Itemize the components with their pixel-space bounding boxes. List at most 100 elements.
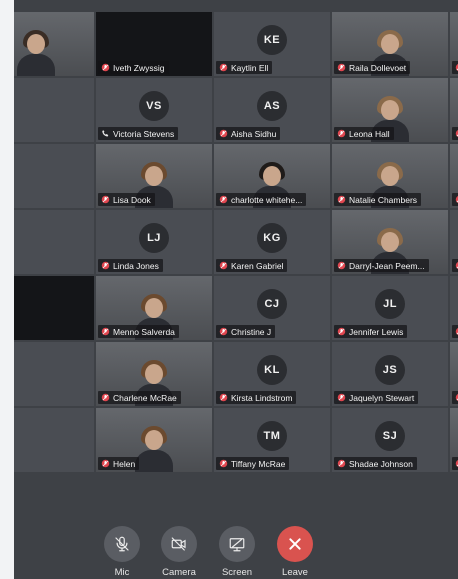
participant-tile[interactable]: JL Jennifer Lewis <box>332 276 448 340</box>
participant-tile[interactable]: Echo Ly <box>450 78 458 142</box>
participant-avatar: AS <box>257 91 287 121</box>
participant-tile[interactable]: LJ Linda Jones <box>96 210 212 274</box>
mic-muted-icon <box>219 459 228 468</box>
participant-tile[interactable]: Ducky I <box>450 12 458 76</box>
screen-button[interactable] <box>219 526 255 562</box>
participant-tile[interactable]: Raila Dollevoet <box>332 12 448 76</box>
participant-avatar: VS <box>139 91 169 121</box>
participant-tile[interactable] <box>14 342 94 406</box>
participant-tile[interactable] <box>14 12 94 76</box>
mic-muted-icon <box>101 261 110 270</box>
participant-tile[interactable]: AS Aisha Sidhu <box>214 78 330 142</box>
participant-nameplate: Menno Salverda <box>98 325 179 338</box>
mic-muted-icon <box>101 393 110 402</box>
participant-name: Shadae Johnson <box>349 458 413 469</box>
participant-name: Darryl-Jean Peem... <box>349 260 425 271</box>
participant-tile[interactable]: CCarol H <box>450 276 458 340</box>
participant-nameplate: Carol H <box>452 325 458 338</box>
participant-avatar: KG <box>257 223 287 253</box>
participant-name: Kirsta Lindstrom <box>231 392 293 403</box>
phone-icon <box>102 130 109 137</box>
participant-avatar: CJ <box>257 289 287 319</box>
participant-tile[interactable]: Andrea <box>450 144 458 208</box>
participant-grid: Iveth Zwyssig KE Kaytlin Ell Raila Dollevoe… <box>14 12 458 472</box>
participant-tile[interactable]: Iveth Zwyssig <box>96 12 212 76</box>
participant-tile[interactable]: CCharlot <box>450 210 458 274</box>
leave-button[interactable] <box>277 526 313 562</box>
mic-muted-icon <box>337 261 346 270</box>
mic-muted-icon <box>219 327 228 336</box>
participant-name: Aisha Sidhu <box>231 128 277 139</box>
participant-tile[interactable]: charlotte whitehe... <box>214 144 330 208</box>
participant-tile[interactable]: ery <box>14 276 94 340</box>
camera-button[interactable] <box>161 526 197 562</box>
participant-avatar: SJ <box>375 421 405 451</box>
mic-control[interactable]: Mic <box>96 514 148 578</box>
participant-nameplate: Kaytlin Ell <box>216 61 273 74</box>
participant-nameplate: Jennifer Lewis <box>334 325 408 338</box>
participant-tile[interactable] <box>14 210 94 274</box>
participant-avatar: TM <box>257 421 287 451</box>
participant-nameplate: Helen <box>98 457 140 470</box>
participant-nameplate: tammy <box>452 391 458 404</box>
participant-name: Jennifer Lewis <box>349 326 404 337</box>
participant-tile[interactable]: KL Kirsta Lindstrom <box>214 342 330 406</box>
participant-name: Helen <box>113 458 136 469</box>
participant-tile[interactable]: tammy <box>450 342 458 406</box>
participant-tile[interactable]: Charlene McRae <box>96 342 212 406</box>
participant-tile[interactable]: KG Karen Gabriel <box>214 210 330 274</box>
participant-nameplate: Lisa Dook <box>98 193 155 206</box>
camera-label: Camera <box>162 567 196 578</box>
participant-name: Lisa Dook <box>113 194 151 205</box>
camera-control[interactable]: Camera <box>153 514 205 578</box>
participant-tile[interactable]: Nettie B <box>450 408 458 472</box>
participant-nameplate: Ducky I <box>452 61 458 74</box>
mic-muted-icon <box>101 327 110 336</box>
participant-tile[interactable]: Leona Hall <box>332 78 448 142</box>
participant-nameplate: Linda Jones <box>98 259 163 272</box>
participant-tile[interactable] <box>14 144 94 208</box>
participant-nameplate: Darryl-Jean Peem... <box>334 259 429 272</box>
participant-nameplate: Raila Dollevoet <box>334 61 411 74</box>
leave-control[interactable]: Leave <box>269 514 321 578</box>
participant-nameplate: Charlene McRae <box>98 391 181 404</box>
participant-tile[interactable] <box>14 408 94 472</box>
participant-name: Tiffany McRae <box>231 458 286 469</box>
participant-nameplate: Christine J <box>216 325 276 338</box>
participant-tile[interactable]: Natalie Chambers <box>332 144 448 208</box>
participant-video <box>135 426 173 472</box>
mic-muted-icon <box>337 459 346 468</box>
participant-tile[interactable]: VS Victoria Stevens <box>96 78 212 142</box>
participant-name: Kaytlin Ell <box>231 62 269 73</box>
leave-label: Leave <box>282 567 308 578</box>
participant-tile[interactable]: Darryl-Jean Peem... <box>332 210 448 274</box>
participant-tile[interactable]: CJ Christine J <box>214 276 330 340</box>
participant-nameplate: Natalie Chambers <box>334 193 422 206</box>
participant-tile[interactable]: JS Jaquelyn Stewart <box>332 342 448 406</box>
mic-muted-icon <box>101 195 110 204</box>
participant-tile[interactable]: KE Kaytlin Ell <box>214 12 330 76</box>
participant-nameplate: Kirsta Lindstrom <box>216 391 297 404</box>
participant-tile[interactable]: Menno Salverda <box>96 276 212 340</box>
participant-video <box>17 30 55 76</box>
mic-muted-icon <box>219 195 228 204</box>
participant-name: Christine J <box>231 326 272 337</box>
participant-tile[interactable]: Helen <box>96 408 212 472</box>
participant-name: Leona Hall <box>349 128 390 139</box>
participant-tile[interactable] <box>14 78 94 142</box>
participant-nameplate: Leona Hall <box>334 127 394 140</box>
participant-name: Jaquelyn Stewart <box>349 392 415 403</box>
participant-name: Charlene McRae <box>113 392 177 403</box>
participant-nameplate: charlotte whitehe... <box>216 193 307 206</box>
mic-label: Mic <box>114 567 130 578</box>
screen-control[interactable]: Screen <box>211 514 263 578</box>
participant-name: Karen Gabriel <box>231 260 284 271</box>
participant-tile[interactable]: Lisa Dook <box>96 144 212 208</box>
mic-button[interactable] <box>104 526 140 562</box>
participant-tile[interactable]: SJ Shadae Johnson <box>332 408 448 472</box>
mic-muted-icon <box>337 327 346 336</box>
participant-nameplate: Nettie B <box>452 457 458 470</box>
participant-nameplate: Victoria Stevens <box>98 127 179 140</box>
participant-tile[interactable]: TM Tiffany McRae <box>214 408 330 472</box>
participant-name: Iveth Zwyssig <box>113 62 165 73</box>
